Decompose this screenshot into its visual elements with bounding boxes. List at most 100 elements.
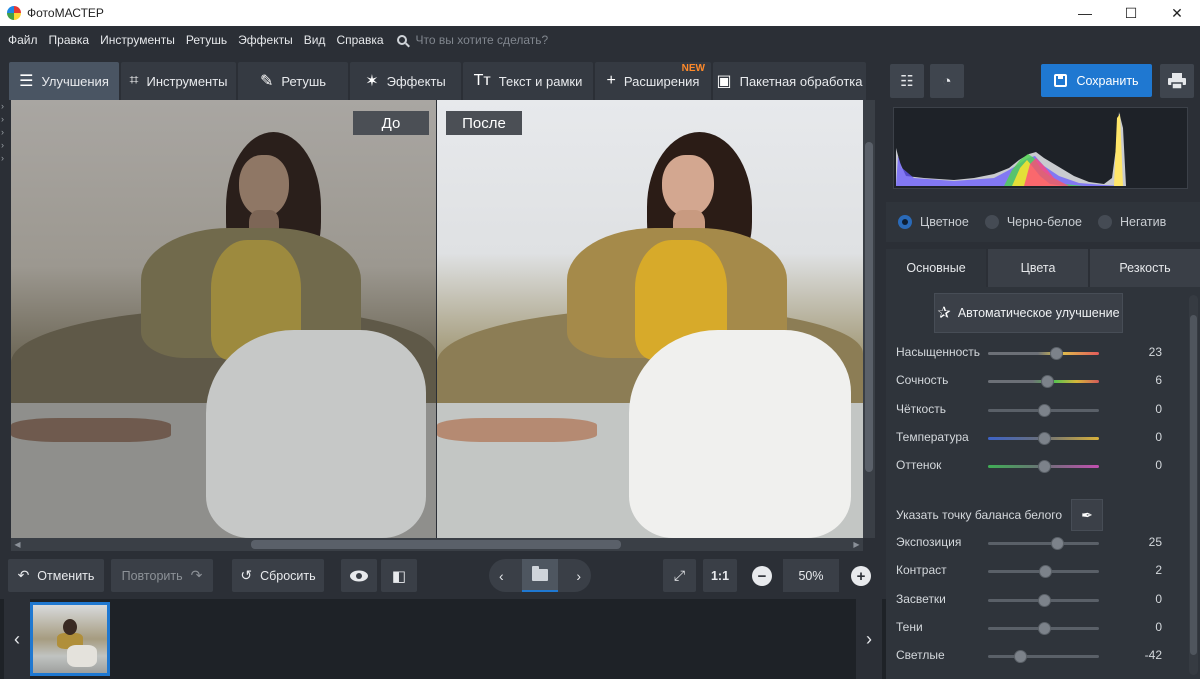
tab-text-frames[interactable]: Tт Текст и рамки (463, 62, 593, 100)
brush-icon: ✎ (259, 73, 274, 90)
slider-label: Сочность (896, 373, 949, 388)
adjustments-panel: Цветное Черно-белое Негатив Основные Цве… (886, 100, 1200, 679)
chevron-left-icon: ‹ (14, 628, 20, 649)
radio-label: Негатив (1119, 215, 1167, 229)
right-toolbar: ☷ ◔ Сохранить (886, 54, 1200, 100)
tab-sharpness[interactable]: Резкость (1090, 249, 1200, 287)
before-label: До (353, 111, 429, 135)
chevron-right-icon: › (1, 153, 4, 163)
eyedropper-button[interactable]: ✒ (1071, 499, 1103, 531)
basic-adjustments: ✰ Автоматическое улучшение Насыщенность 2… (886, 287, 1200, 679)
slider-knob[interactable] (1037, 431, 1051, 445)
chevron-right-icon: › (866, 628, 872, 649)
sparkle-icon: ✰ (937, 305, 951, 322)
menu-search[interactable]: Что вы хотите сделать? (396, 33, 549, 47)
filmstrip-next-button[interactable]: › (856, 599, 882, 679)
chevron-right-icon: › (1, 114, 4, 124)
fit-screen-button[interactable]: ⤢ (663, 559, 696, 592)
minimize-button[interactable]: — (1062, 0, 1108, 26)
vertical-scrollbar[interactable] (863, 100, 875, 538)
tab-batch-processing[interactable]: ▣ Пакетная обработка (713, 62, 866, 100)
mode-negative-radio[interactable]: Негатив (1097, 215, 1167, 229)
photo-after (437, 100, 863, 538)
maximize-button[interactable]: ☐ (1108, 0, 1154, 26)
slider-track[interactable] (988, 542, 1099, 545)
close-button[interactable]: ✕ (1154, 0, 1200, 26)
preview-toggle-button[interactable] (341, 559, 377, 592)
menu-view[interactable]: Вид (304, 33, 326, 47)
menu-edit[interactable]: Правка (49, 33, 90, 47)
zoom-in-button[interactable]: + (851, 566, 871, 586)
mode-color-radio[interactable]: Цветное (898, 215, 969, 229)
slider-knob[interactable] (1051, 537, 1065, 550)
slider-track[interactable] (988, 655, 1099, 659)
prev-image-icon[interactable]: ‹ (499, 568, 504, 584)
plus-icon: + (606, 72, 616, 89)
scroll-left-icon[interactable]: ◀ (12, 539, 23, 550)
filmstrip-thumbnail[interactable] (30, 602, 110, 676)
slider-knob[interactable] (1037, 460, 1051, 474)
scroll-thumb[interactable] (865, 142, 873, 472)
add-preset-button[interactable]: ☷ (890, 64, 924, 98)
slider-knob[interactable] (1040, 375, 1054, 389)
search-input[interactable]: Что вы хотите сделать? (416, 33, 549, 47)
scroll-thumb[interactable] (251, 540, 621, 549)
slider-knob[interactable] (1014, 650, 1028, 664)
photo-before (11, 100, 436, 538)
tab-retouch[interactable]: ✎ Ретушь (238, 62, 348, 100)
tab-colors[interactable]: Цвета (988, 249, 1088, 287)
tab-label: Текст и рамки (498, 73, 583, 89)
mode-bw-radio[interactable]: Черно-белое (984, 215, 1082, 229)
crop-icon: ⌗ (129, 72, 139, 89)
redo-label: Повторить (121, 568, 183, 583)
scroll-thumb[interactable] (1190, 315, 1197, 655)
tab-basic[interactable]: Основные (886, 249, 986, 287)
tab-tools[interactable]: ⌗ Инструменты (121, 62, 236, 100)
slider-row: Контраст 2 (886, 561, 1186, 581)
compare-mode-button[interactable]: ◧ (381, 559, 417, 592)
undo-button[interactable]: ↶ Отменить (8, 559, 104, 592)
panel-scrollbar[interactable] (1189, 295, 1198, 675)
filmstrip-prev-button[interactable]: ‹ (4, 599, 30, 679)
slider-knob[interactable] (1050, 347, 1064, 360)
reset-button[interactable]: ↺ Сбросить (232, 559, 324, 592)
white-balance-row: Указать точку баланса белого ✒ (896, 499, 1186, 531)
menu-tools[interactable]: Инструменты (100, 33, 175, 47)
photo-canvas[interactable]: До После (11, 100, 863, 538)
scroll-right-icon[interactable]: ▶ (851, 539, 862, 550)
slider-value: 2 (1155, 563, 1162, 578)
horizontal-scrollbar[interactable]: ◀ ▶ (11, 538, 863, 551)
radio-dot (984, 215, 999, 229)
radio-dot (898, 215, 912, 229)
slider-track[interactable] (988, 352, 1099, 355)
eyedropper-icon: ✒ (1081, 506, 1093, 523)
tab-label: Пакетная обработка (739, 73, 863, 89)
menu-effects[interactable]: Эффекты (238, 33, 293, 47)
slider-knob[interactable] (1037, 593, 1051, 607)
zoom-level: 50% (783, 559, 839, 592)
search-icon (396, 35, 407, 45)
tab-enhancements[interactable]: ☰ Улучшения (9, 62, 119, 100)
images-icon: ▣ (716, 73, 732, 90)
slider-knob[interactable] (1038, 565, 1052, 579)
tab-effects[interactable]: ✶ Эффекты (350, 62, 461, 100)
undo-label: Отменить (37, 568, 95, 583)
menu-help[interactable]: Справка (336, 33, 383, 47)
auto-enhance-button[interactable]: ✰ Автоматическое улучшение (934, 293, 1123, 333)
slider-value: 0 (1155, 401, 1162, 416)
slider-knob[interactable] (1037, 621, 1051, 635)
history-preset-button[interactable]: ◔ (930, 64, 964, 98)
print-button[interactable] (1160, 64, 1194, 98)
zoom-out-button[interactable]: − (752, 566, 772, 586)
menu-file[interactable]: Файл (8, 33, 38, 47)
menu-retouch[interactable]: Ретушь (186, 33, 227, 47)
redo-button[interactable]: Повторить ↷ (111, 559, 213, 592)
slider-knob[interactable] (1037, 403, 1051, 417)
open-folder-button[interactable] (522, 559, 558, 592)
save-button[interactable]: Сохранить (1041, 64, 1152, 97)
next-image-icon[interactable]: › (576, 568, 581, 584)
actual-size-button[interactable]: 1:1 (703, 559, 737, 592)
tab-extensions[interactable]: + Расширения NEW (595, 62, 711, 100)
slider-label: Чёткость (896, 401, 946, 416)
slider-value: 0 (1155, 458, 1162, 473)
